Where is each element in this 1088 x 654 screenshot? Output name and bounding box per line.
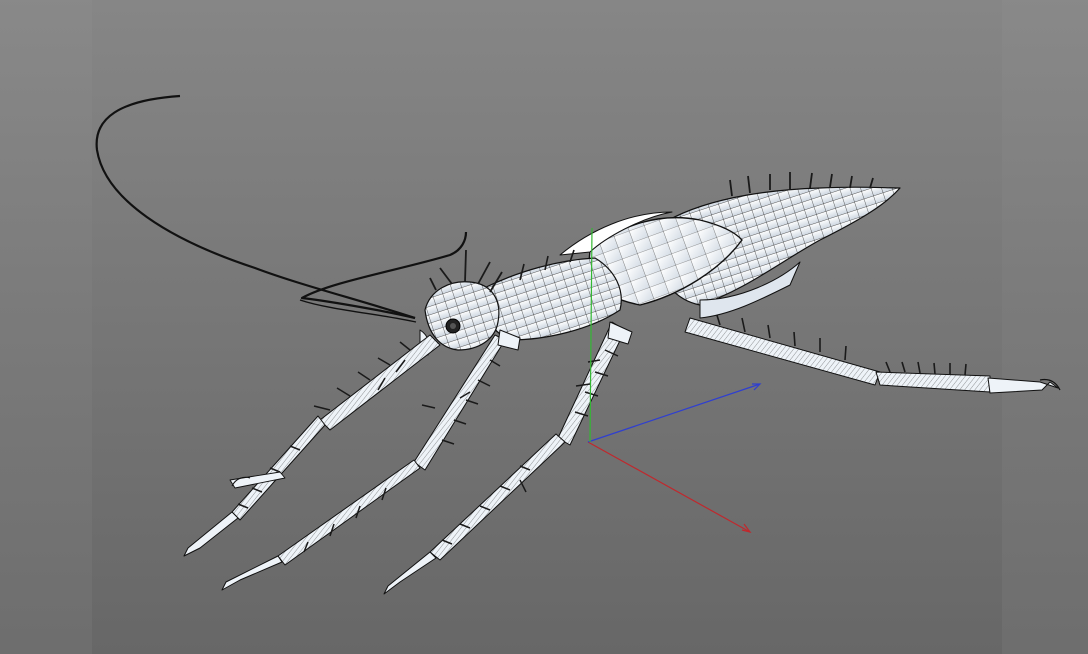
middle-leg[interactable] [221,329,521,591]
viewport-window [0,0,1088,654]
front-leg-left[interactable] [183,334,441,557]
thorax[interactable] [479,257,622,341]
hind-leg[interactable] [684,311,1061,394]
insect-model-icon[interactable] [95,94,1061,595]
gizmo-x-axis[interactable] [587,441,751,533]
antenna-left[interactable] [95,94,468,323]
gizmo-z-axis[interactable] [587,383,761,443]
scene-canvas[interactable] [0,0,1088,654]
